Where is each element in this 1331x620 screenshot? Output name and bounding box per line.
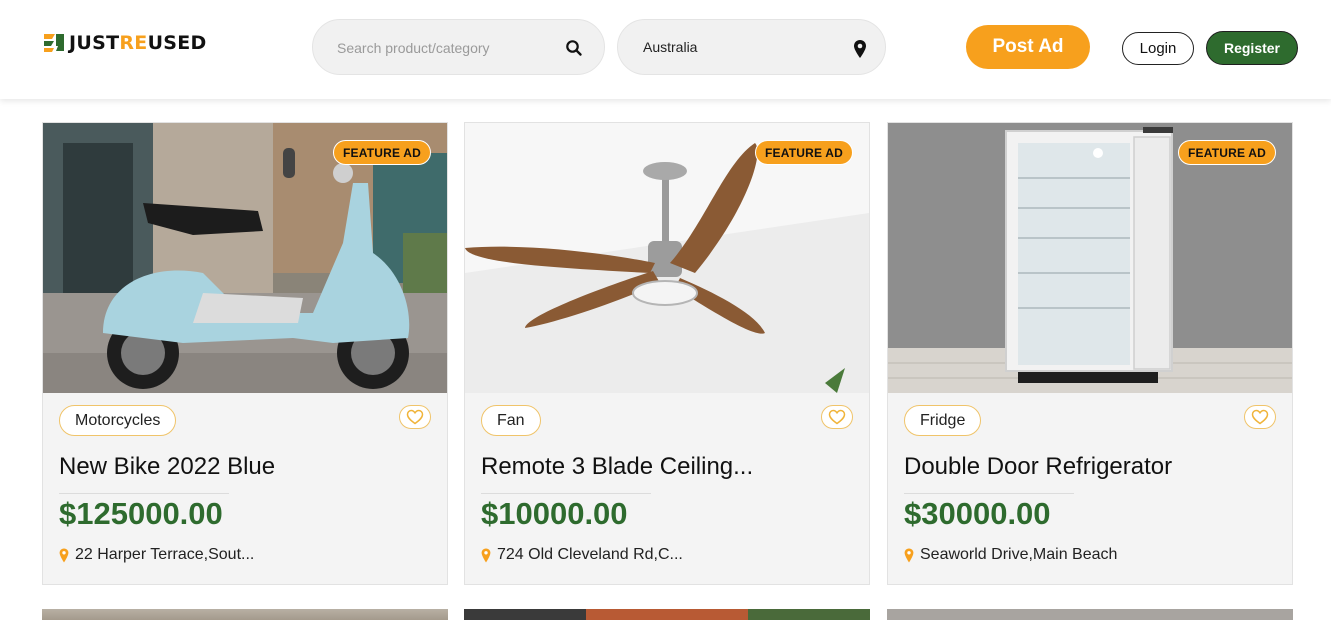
map-pin-icon [853,39,867,59]
divider [59,493,229,494]
feature-ad-badge: FEATURE AD [755,140,853,165]
post-ad-button[interactable]: Post Ad [966,25,1090,69]
divider [481,493,651,494]
listing-card[interactable]: FEATURE AD Motorcycles New Bike 2022 Blu… [42,122,448,585]
listing-card-partial[interactable] [42,609,448,620]
listing-title[interactable]: New Bike 2022 Blue [59,453,431,481]
search-icon[interactable] [565,39,583,57]
address-text: Seaworld Drive,Main Beach [920,546,1118,563]
feature-ad-badge: FEATURE AD [333,140,431,165]
listing-price: $30000.00 [904,496,1051,531]
listing-title[interactable]: Remote 3 Blade Ceiling... [481,453,853,481]
search-bar [312,19,605,75]
listing-address: 724 Old Cleveland Rd,C... [481,546,683,564]
listing-card-partial[interactable] [887,609,1293,620]
favorite-heart-icon[interactable] [399,405,431,429]
location-pin-icon [481,548,491,563]
location-pin-icon [59,548,69,563]
listing-price: $125000.00 [59,496,223,531]
logo-icon [42,31,66,55]
address-text: 724 Old Cleveland Rd,C... [497,546,683,563]
location-value: Australia [643,39,698,55]
listing-card-partial[interactable] [464,609,870,620]
listing-card[interactable]: FEATURE AD Fan Remote 3 Blade Ceiling...… [464,122,870,585]
listing-price: $10000.00 [481,496,628,531]
favorite-heart-icon[interactable] [821,405,853,429]
location-pin-icon [904,548,914,563]
site-header: JUSTREUSED Australia Post Ad Login Regis… [0,0,1331,99]
listing-title[interactable]: Double Door Refrigerator [904,453,1276,481]
register-button[interactable]: Register [1206,31,1298,65]
location-selector[interactable]: Australia [617,19,886,75]
login-button[interactable]: Login [1122,32,1194,65]
site-logo[interactable]: JUSTREUSED [42,30,207,56]
listing-address: 22 Harper Terrace,Sout... [59,546,254,564]
search-input[interactable] [337,37,557,59]
listing-card[interactable]: FEATURE AD Fridge Double Door Refrigerat… [887,122,1293,585]
listing-address: Seaworld Drive,Main Beach [904,546,1117,564]
logo-text: JUSTREUSED [69,32,207,54]
category-tag[interactable]: Fridge [904,405,982,436]
address-text: 22 Harper Terrace,Sout... [75,546,255,563]
favorite-heart-icon[interactable] [1244,405,1276,429]
feature-ad-badge: FEATURE AD [1178,140,1276,165]
category-tag[interactable]: Motorcycles [59,405,177,436]
category-tag[interactable]: Fan [481,405,541,436]
divider [904,493,1074,494]
